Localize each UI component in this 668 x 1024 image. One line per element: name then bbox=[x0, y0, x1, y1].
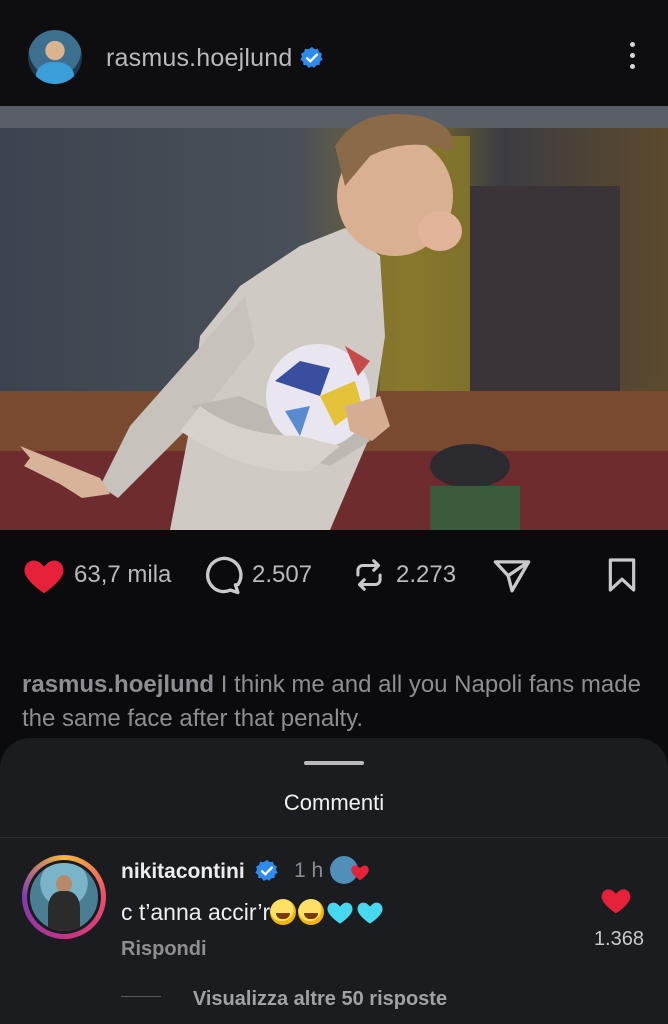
comment-count: 2.507 bbox=[252, 561, 313, 588]
commenter-avatar-story-ring[interactable] bbox=[22, 855, 106, 939]
comment-text-row: c t’anna accir’r bbox=[121, 899, 386, 926]
caption-username[interactable]: rasmus.hoejlund bbox=[22, 671, 214, 698]
sheet-title: Commenti bbox=[283, 790, 385, 815]
post-photo[interactable] bbox=[0, 106, 668, 530]
verified-badge-icon bbox=[300, 47, 324, 68]
heart-filled-icon bbox=[24, 560, 64, 594]
share-action[interactable] bbox=[490, 548, 534, 602]
author-username-row[interactable]: rasmus.hoejlund bbox=[106, 44, 324, 73]
view-more-replies-button[interactable]: Visualizza altre 50 risposte bbox=[0, 988, 640, 1011]
send-icon bbox=[493, 560, 531, 593]
commenter-avatar bbox=[30, 863, 98, 931]
comment-icon bbox=[206, 556, 243, 595]
bookmark-icon bbox=[608, 558, 636, 592]
reply-button[interactable]: Rispondi bbox=[121, 938, 207, 961]
photo-illustration bbox=[0, 106, 668, 530]
comment-like-heart-icon[interactable] bbox=[600, 885, 632, 915]
comments-sheet: Commenti nikitacontini 1 h c t’anna acci… bbox=[0, 738, 668, 1024]
sheet-drag-handle[interactable] bbox=[304, 761, 364, 765]
post-caption: rasmus.hoejlund I think me and all you N… bbox=[22, 668, 642, 736]
comment-text: c t’anna accir’r bbox=[121, 899, 271, 925]
like-count: 63,7 mila bbox=[74, 561, 172, 588]
comment-timestamp: 1 h bbox=[294, 859, 324, 882]
cyan-heart-emoji bbox=[327, 902, 353, 924]
commenter-username-row[interactable]: nikitacontini bbox=[121, 859, 279, 884]
post-header: rasmus.hoejlund bbox=[0, 0, 668, 106]
author-username[interactable]: rasmus.hoejlund bbox=[106, 44, 292, 72]
repost-icon bbox=[356, 559, 382, 591]
verified-badge-icon bbox=[254, 860, 278, 881]
save-action[interactable] bbox=[602, 548, 642, 602]
commenter-username[interactable]: nikitacontini bbox=[121, 860, 245, 883]
comment-action[interactable]: 2.507 bbox=[202, 548, 312, 602]
comment-like-count: 1.368 bbox=[593, 928, 644, 950]
cyan-heart-emoji bbox=[357, 902, 383, 924]
repost-count: 2.273 bbox=[396, 561, 457, 588]
rolling-laughing-emoji bbox=[270, 899, 297, 925]
rolling-laughing-emoji bbox=[298, 899, 325, 925]
repost-action[interactable]: 2.273 bbox=[350, 548, 456, 602]
post-actions: 63,7 mila 2.507 2.273 bbox=[0, 548, 668, 602]
author-avatar[interactable] bbox=[28, 30, 82, 84]
divider bbox=[0, 837, 668, 838]
author-liked-heart-icon bbox=[351, 865, 369, 881]
more-options-icon[interactable] bbox=[626, 42, 638, 76]
like-action[interactable]: 63,7 mila bbox=[22, 548, 171, 602]
